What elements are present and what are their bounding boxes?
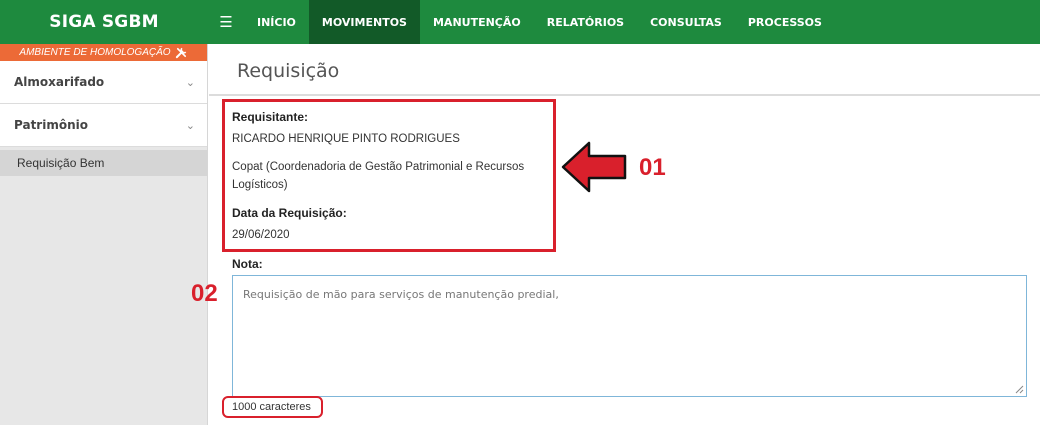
divider	[209, 94, 1040, 96]
character-counter: 1000 caracteres	[232, 401, 311, 413]
sidebar-item-label: Almoxarifado	[14, 75, 105, 89]
annotation-label-01: 01	[639, 154, 666, 181]
app-brand[interactable]: SIGA SGBM	[0, 0, 208, 44]
environment-label: AMBIENTE DE HOMOLOGAÇÃO	[19, 47, 171, 58]
resize-handle-icon[interactable]	[1014, 384, 1024, 394]
department-line-1: Copat (Coordenadoria de Gestão Patrimoni…	[232, 161, 525, 173]
date-label: Data da Requisição:	[232, 206, 347, 220]
nav-inicio[interactable]: INÍCIO	[244, 0, 309, 44]
sidebar-item-label: Patrimônio	[14, 118, 88, 132]
note-text: Requisição de mão para serviços de manut…	[243, 288, 559, 301]
sidebar-item-requisicao-bem[interactable]: Requisição Bem	[0, 150, 207, 176]
chevron-down-icon: ⌄	[185, 75, 195, 89]
nav-processos[interactable]: PROCESSOS	[735, 0, 835, 44]
note-label: Nota:	[232, 257, 263, 271]
page-title: Requisição	[237, 60, 340, 82]
department-line-2: Logísticos)	[232, 179, 288, 191]
nav-manutencao[interactable]: MANUTENÇÃO	[420, 0, 534, 44]
nav-consultas[interactable]: CONSULTAS	[637, 0, 735, 44]
environment-banner: AMBIENTE DE HOMOLOGAÇÃO	[0, 44, 207, 61]
tools-icon	[175, 47, 186, 59]
arrow-left-icon	[561, 141, 627, 193]
nav-relatorios[interactable]: RELATÓRIOS	[534, 0, 637, 44]
note-textarea[interactable]: Requisição de mão para serviços de manut…	[232, 275, 1027, 397]
requester-label: Requisitante:	[232, 110, 309, 124]
nav-movimentos[interactable]: MOVIMENTOS	[308, 0, 420, 44]
date-value: 29/06/2020	[232, 229, 290, 241]
hamburger-menu-icon[interactable]: ☰	[208, 0, 244, 44]
annotation-label-02: 02	[191, 280, 218, 307]
sidebar-item-almoxarifado[interactable]: Almoxarifado ⌄	[0, 61, 207, 104]
main-nav: INÍCIO MOVIMENTOS MANUTENÇÃO RELATÓRIOS …	[244, 0, 835, 44]
sidebar: AMBIENTE DE HOMOLOGAÇÃO Almoxarifado ⌄ P…	[0, 44, 208, 425]
requester-name: RICARDO HENRIQUE PINTO RODRIGUES	[232, 133, 460, 145]
sidebar-item-patrimonio[interactable]: Patrimônio ⌄	[0, 104, 207, 147]
top-navbar: SIGA SGBM ☰ INÍCIO MOVIMENTOS MANUTENÇÃO…	[0, 0, 1040, 44]
chevron-down-icon: ⌄	[185, 118, 195, 132]
